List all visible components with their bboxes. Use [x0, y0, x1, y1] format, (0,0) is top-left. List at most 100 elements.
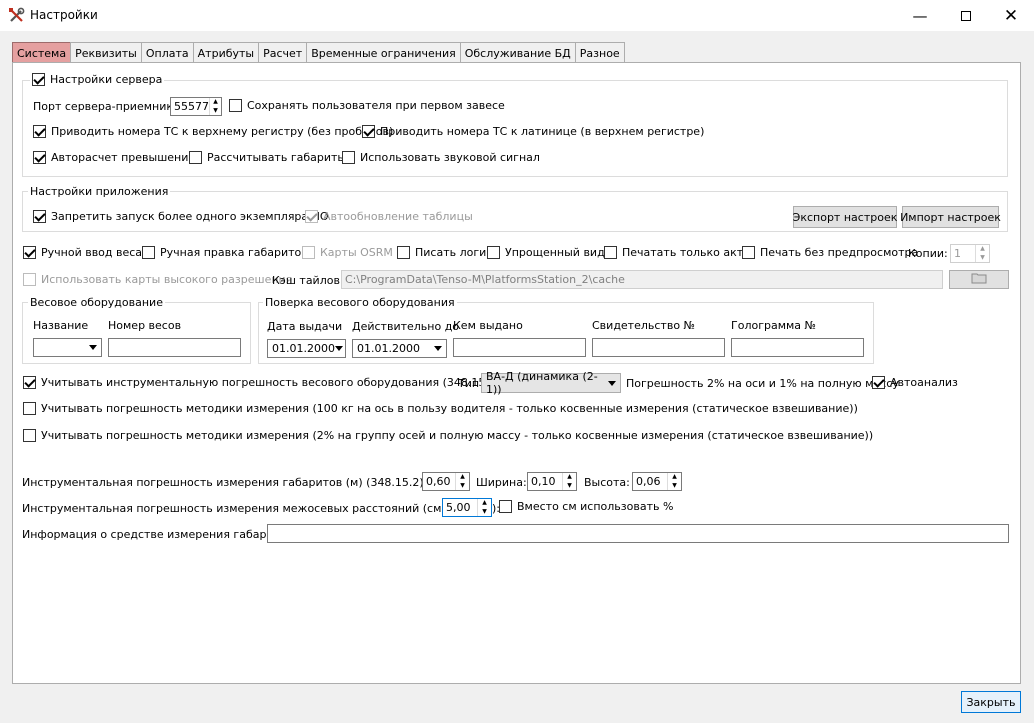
instrument-error-checkbox[interactable]: Учитывать инструментальную погрешность в…: [23, 376, 500, 389]
print-act-only-checkbox[interactable]: Печатать только акт: [604, 246, 743, 259]
import-settings-button[interactable]: Импорт настроек: [900, 206, 1001, 228]
dims-info-input[interactable]: [267, 524, 1009, 543]
manual-weight-label: Ручной ввод веса: [41, 246, 143, 259]
height-spin-arrows[interactable]: ▲ ▼: [667, 473, 681, 490]
length-spin-arrows[interactable]: ▲ ▼: [455, 473, 469, 490]
checkbox[interactable]: [142, 246, 155, 259]
axle-spin-arrows[interactable]: ▲ ▼: [477, 499, 491, 516]
checkbox[interactable]: [23, 429, 36, 442]
copies-stepper[interactable]: 1 ▲ ▼: [950, 244, 990, 263]
export-settings-button[interactable]: Экспорт настроек: [793, 206, 897, 228]
tab-requisites[interactable]: Реквизиты: [70, 42, 142, 63]
manual-weight-checkbox[interactable]: Ручной ввод веса: [23, 246, 142, 259]
issue-date-picker[interactable]: 01.01.2000: [267, 339, 346, 358]
maximize-icon: [961, 10, 971, 21]
app-settings-title: Настройки приложения: [28, 185, 171, 198]
dims-info-label: Информация о средстве измерения габарито…: [22, 528, 297, 541]
close-window-button[interactable]: ✕: [988, 0, 1034, 31]
tab-calculation[interactable]: Расчет: [258, 42, 308, 63]
upper-plates-checkbox[interactable]: Приводить номера ТС к верхнему регистру …: [33, 125, 393, 138]
tab-attributes[interactable]: Атрибуты: [192, 42, 260, 63]
error-type-value: ВА-Д (динамика (2-1)): [486, 370, 598, 396]
method-error-1-checkbox[interactable]: Учитывать погрешность методики измерения…: [23, 402, 858, 415]
close-icon: ✕: [1003, 5, 1019, 26]
print-no-preview-checkbox[interactable]: Печать без предпросмотра: [742, 246, 918, 259]
save-user-label: Сохранять пользователя при первом завесе: [247, 99, 505, 112]
valid-until-picker[interactable]: 01.01.2000: [352, 339, 447, 358]
checkbox[interactable]: [32, 73, 45, 86]
maximize-button[interactable]: [943, 0, 989, 31]
height-stepper[interactable]: 0,06 ▲ ▼: [632, 472, 682, 491]
latin-plates-checkbox[interactable]: Приводить номера ТС к латинице (в верхне…: [362, 125, 704, 138]
tab-bar: Система Реквизиты Оплата Атрибуты Расчет…: [12, 42, 625, 63]
auto-excess-label: Авторасчет превышения: [51, 151, 195, 164]
checkbox[interactable]: [397, 246, 410, 259]
checkbox[interactable]: [487, 246, 500, 259]
checkbox[interactable]: [23, 402, 36, 415]
width-stepper[interactable]: 0,10 ▲ ▼: [527, 472, 577, 491]
write-logs-checkbox[interactable]: Писать логи: [397, 246, 486, 259]
tab-system[interactable]: Система: [12, 42, 72, 63]
tab-payment[interactable]: Оплата: [140, 42, 194, 63]
axle-error-value: 5,00: [446, 501, 471, 514]
tab-time-limits[interactable]: Временные ограничения: [306, 42, 461, 63]
tab-db-maintenance[interactable]: Обслуживание БД: [459, 42, 576, 63]
tab-misc[interactable]: Разное: [574, 42, 625, 63]
checkbox[interactable]: [305, 210, 318, 223]
tile-cache-label: Кэш тайлов:: [272, 274, 344, 287]
checkbox[interactable]: [229, 99, 242, 112]
checkbox[interactable]: [189, 151, 202, 164]
osrm-maps-label: Карты OSRM: [320, 246, 393, 259]
scale-number-input[interactable]: [108, 338, 241, 357]
length-stepper[interactable]: 0,60 ▲ ▼: [422, 472, 470, 491]
checkbox[interactable]: [23, 376, 36, 389]
height-label: Высота:: [584, 476, 630, 489]
axle-error-stepper[interactable]: 5,00 ▲ ▼: [442, 498, 492, 517]
server-settings-toggle[interactable]: Настройки сервера: [30, 73, 165, 86]
checkbox[interactable]: [33, 151, 46, 164]
checkbox[interactable]: [342, 151, 355, 164]
checkbox[interactable]: [872, 376, 885, 389]
osrm-maps-checkbox[interactable]: Карты OSRM: [302, 246, 393, 259]
checkbox[interactable]: [23, 246, 36, 259]
checkbox[interactable]: [23, 273, 36, 286]
port-value: 55577: [174, 100, 209, 113]
checkbox[interactable]: [742, 246, 755, 259]
checkbox[interactable]: [499, 500, 512, 513]
method-error-1-label: Учитывать погрешность методики измерения…: [41, 402, 858, 415]
port-spin-arrows[interactable]: ▲ ▼: [209, 98, 221, 115]
checkbox[interactable]: [362, 125, 375, 138]
copies-spin-arrows[interactable]: ▲ ▼: [975, 245, 989, 262]
browse-folder-button[interactable]: [949, 270, 1009, 289]
type-label: Тип: [458, 377, 480, 390]
equipment-name-select[interactable]: [33, 338, 102, 357]
port-stepper[interactable]: 55577 ▲ ▼: [170, 97, 222, 116]
hires-maps-checkbox[interactable]: Использовать карты высокого разрешения: [23, 273, 292, 286]
certificate-input[interactable]: [592, 338, 725, 357]
auto-excess-checkbox[interactable]: Авторасчет превышения: [33, 151, 195, 164]
hologram-input[interactable]: [731, 338, 864, 357]
calc-dims-checkbox[interactable]: Рассчитывать габариты: [189, 151, 346, 164]
issue-date-value: 01.01.2000: [272, 342, 335, 355]
width-spin-arrows[interactable]: ▲ ▼: [562, 473, 576, 490]
error-type-select[interactable]: ВА-Д (динамика (2-1)): [481, 370, 621, 396]
simple-view-checkbox[interactable]: Упрощенный вид: [487, 246, 605, 259]
tile-cache-path-field[interactable]: C:\ProgramData\Tenso-M\PlatformsStation_…: [341, 270, 943, 289]
checkbox[interactable]: [604, 246, 617, 259]
autoanalysis-checkbox[interactable]: Автоанализ: [872, 376, 958, 389]
tools-icon: [8, 7, 25, 24]
axle-percent-checkbox[interactable]: Вместо см использовать %: [499, 500, 673, 513]
sound-label: Использовать звуковой сигнал: [360, 151, 540, 164]
single-instance-checkbox[interactable]: Запретить запуск более одного экземпляра…: [33, 210, 329, 223]
checkbox[interactable]: [302, 246, 315, 259]
method-error-2-checkbox[interactable]: Учитывать погрешность методики измерения…: [23, 429, 873, 442]
save-user-checkbox[interactable]: Сохранять пользователя при первом завесе: [229, 99, 505, 112]
checkbox[interactable]: [33, 125, 46, 138]
auto-refresh-checkbox[interactable]: Автообновление таблицы: [305, 210, 473, 223]
checkbox[interactable]: [33, 210, 46, 223]
issued-by-input[interactable]: [453, 338, 586, 357]
minimize-button[interactable]: —: [897, 0, 943, 31]
close-button[interactable]: Закрыть: [961, 691, 1021, 713]
manual-dims-checkbox[interactable]: Ручная правка габаритов: [142, 246, 308, 259]
sound-checkbox[interactable]: Использовать звуковой сигнал: [342, 151, 540, 164]
